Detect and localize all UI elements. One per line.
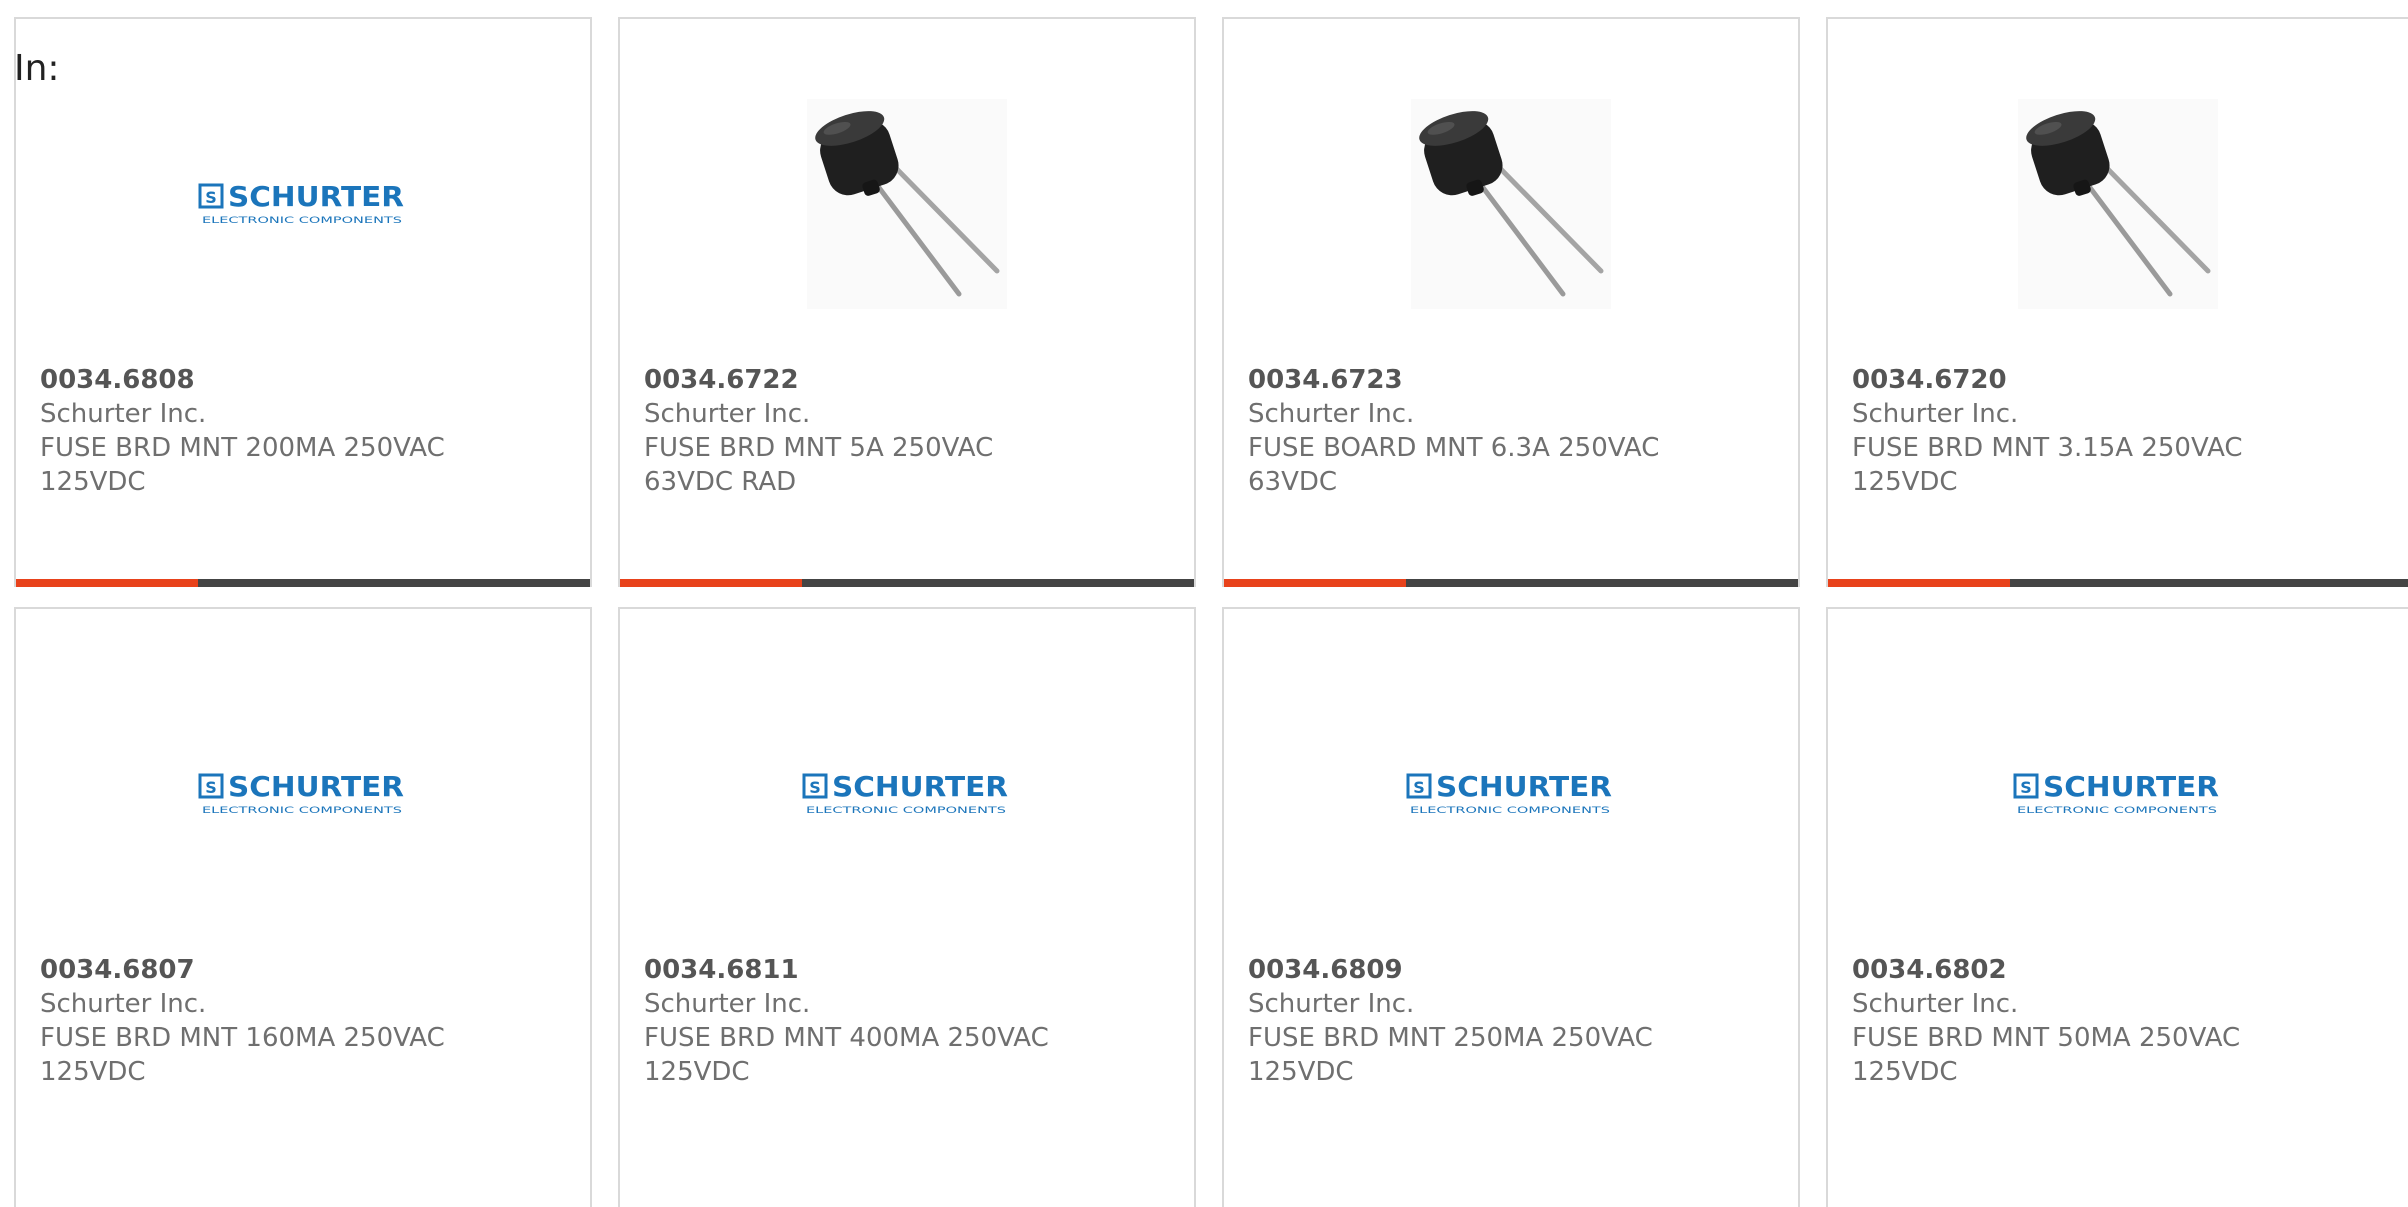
part-number[interactable]: 0034.6811 xyxy=(644,953,1174,987)
product-card[interactable]: S SCHURTER ELECTRONIC COMPONENTS 0034.6809… xyxy=(1222,607,1800,1207)
logo-subtext: ELECTRONIC COMPONENTS xyxy=(2017,806,2217,816)
description-line-2: 125VDC xyxy=(40,1057,146,1087)
product-card[interactable]: 0034.6723 Schurter Inc. FUSE BOARD MNT 6… xyxy=(1222,17,1800,587)
card-bar xyxy=(620,579,1194,587)
manufacturer: Schurter Inc. xyxy=(1248,989,1415,1019)
logo-subtext: ELECTRONIC COMPONENTS xyxy=(202,806,402,816)
card-bar-accent xyxy=(1828,579,2010,587)
card-bar-accent xyxy=(16,579,198,587)
card-bar-accent xyxy=(620,579,802,587)
product-card[interactable]: S SCHURTER ELECTRONIC COMPONENTS 0034.6802… xyxy=(1826,607,2408,1207)
logo-subtext: ELECTRONIC COMPONENTS xyxy=(202,216,402,226)
product-image[interactable]: S SCHURTER ELECTRONIC COMPONENTS xyxy=(1224,669,1798,919)
part-number[interactable]: 0034.6807 xyxy=(40,953,570,987)
product-image[interactable]: S SCHURTER ELECTRONIC COMPONENTS xyxy=(1828,669,2408,919)
logo-text: SCHURTER xyxy=(228,180,404,213)
fuse-photo xyxy=(807,99,1007,309)
logo-mark: S xyxy=(205,778,217,797)
description-line-2: 125VDC xyxy=(1852,1057,1958,1087)
product-card[interactable]: S SCHURTER ELECTRONIC COMPONENTS 0034.6807… xyxy=(14,607,592,1207)
part-number[interactable]: 0034.6802 xyxy=(1852,953,2388,987)
logo-mark: S xyxy=(1413,778,1425,797)
product-image[interactable] xyxy=(620,79,1194,329)
description-line-2: 125VDC xyxy=(1248,1057,1354,1087)
description-line-1: FUSE BRD MNT 160MA 250VAC xyxy=(40,1023,445,1053)
card-bar-accent xyxy=(1224,579,1406,587)
fuse-photo xyxy=(1411,99,1611,309)
schurter-logo: S SCHURTER ELECTRONIC COMPONENTS xyxy=(1406,770,1612,816)
description-line-2: 125VDC xyxy=(1852,467,1958,497)
product-card[interactable]: S SCHURTER ELECTRONIC COMPONENTS 0034.6808… xyxy=(14,17,592,587)
schurter-logo: S SCHURTER ELECTRONIC COMPONENTS xyxy=(198,770,404,816)
part-number[interactable]: 0034.6809 xyxy=(1248,953,1778,987)
card-bar xyxy=(16,579,590,587)
manufacturer: Schurter Inc. xyxy=(644,989,811,1019)
product-image[interactable] xyxy=(1224,79,1798,329)
manufacturer: Schurter Inc. xyxy=(1248,399,1415,429)
logo-mark: S xyxy=(2020,778,2032,797)
description-line-1: FUSE BOARD MNT 6.3A 250VAC xyxy=(1248,433,1660,463)
product-image[interactable] xyxy=(1828,79,2408,329)
logo-subtext: ELECTRONIC COMPONENTS xyxy=(806,806,1006,816)
fuse-photo xyxy=(2018,99,2218,309)
card-bar xyxy=(1828,579,2408,587)
product-image[interactable]: S SCHURTER ELECTRONIC COMPONENTS xyxy=(16,669,590,919)
part-number[interactable]: 0034.6722 xyxy=(644,363,1174,397)
logo-subtext: ELECTRONIC COMPONENTS xyxy=(1410,806,1610,816)
description-line-1: FUSE BRD MNT 5A 250VAC xyxy=(644,433,994,463)
logo-mark: S xyxy=(809,778,821,797)
description-line-2: 125VDC xyxy=(644,1057,750,1087)
product-card[interactable]: 0034.6722 Schurter Inc. FUSE BRD MNT 5A … xyxy=(618,17,1196,587)
schurter-logo: S SCHURTER ELECTRONIC COMPONENTS xyxy=(198,180,404,226)
description-line-1: FUSE BRD MNT 50MA 250VAC xyxy=(1852,1023,2241,1053)
product-card[interactable]: 0034.6720 Schurter Inc. FUSE BRD MNT 3.1… xyxy=(1826,17,2408,587)
part-number[interactable]: 0034.6723 xyxy=(1248,363,1778,397)
logo-text: SCHURTER xyxy=(2043,770,2219,803)
card-bar xyxy=(1224,579,1798,587)
schurter-logo: S SCHURTER ELECTRONIC COMPONENTS xyxy=(2013,770,2219,816)
manufacturer: Schurter Inc. xyxy=(1852,399,2019,429)
manufacturer: Schurter Inc. xyxy=(644,399,811,429)
manufacturer: Schurter Inc. xyxy=(1852,989,2019,1019)
description-line-1: FUSE BRD MNT 400MA 250VAC xyxy=(644,1023,1049,1053)
description-line-1: FUSE BRD MNT 200MA 250VAC xyxy=(40,433,445,463)
logo-text: SCHURTER xyxy=(1436,770,1612,803)
logo-text: SCHURTER xyxy=(832,770,1008,803)
manufacturer: Schurter Inc. xyxy=(40,989,207,1019)
description-line-2: 63VDC RAD xyxy=(644,467,797,497)
part-number[interactable]: 0034.6720 xyxy=(1852,363,2388,397)
manufacturer: Schurter Inc. xyxy=(40,399,207,429)
description-line-1: FUSE BRD MNT 3.15A 250VAC xyxy=(1852,433,2243,463)
logo-text: SCHURTER xyxy=(228,770,404,803)
schurter-logo: S SCHURTER ELECTRONIC COMPONENTS xyxy=(802,770,1008,816)
product-card[interactable]: S SCHURTER ELECTRONIC COMPONENTS 0034.6811… xyxy=(618,607,1196,1207)
description-line-1: FUSE BRD MNT 250MA 250VAC xyxy=(1248,1023,1653,1053)
in-label: In: xyxy=(14,48,60,89)
description-line-2: 125VDC xyxy=(40,467,146,497)
product-image[interactable]: S SCHURTER ELECTRONIC COMPONENTS xyxy=(620,669,1194,919)
description-line-2: 63VDC xyxy=(1248,467,1338,497)
logo-mark: S xyxy=(205,188,217,207)
part-number[interactable]: 0034.6808 xyxy=(40,363,570,397)
product-image[interactable]: S SCHURTER ELECTRONIC COMPONENTS xyxy=(16,79,590,329)
